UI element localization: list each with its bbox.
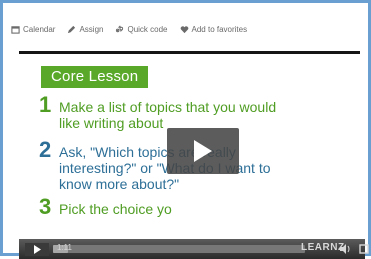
play-button[interactable] [25, 243, 49, 256]
step-1-text: Make a list of topics that you would lik… [59, 99, 277, 131]
pencil-icon [68, 25, 76, 33]
quick-code-tool[interactable]: Quick code [115, 24, 168, 34]
play-overlay-button[interactable] [167, 128, 239, 174]
assign-tool[interactable]: Assign [67, 25, 103, 34]
core-lesson-badge: Core Lesson [41, 66, 149, 88]
play-icon [194, 140, 212, 162]
heart-icon [180, 25, 188, 33]
progress-bar[interactable] [53, 245, 305, 253]
quick-code-label: Quick code [127, 24, 168, 34]
favorites-tool[interactable]: Add to favorites [180, 24, 248, 34]
step-2-number: 2 [39, 137, 52, 162]
calendar-icon [11, 25, 20, 34]
step-3-number: 3 [39, 194, 52, 219]
calendar-label: Calendar [23, 24, 56, 34]
lesson-toolbar: Calendar Assign Quick code Add to favori… [11, 21, 247, 37]
video-card: Calendar Assign Quick code Add to favori… [0, 0, 371, 259]
step-1-number: 1 [39, 92, 52, 117]
elapsed-time: 1:11 [57, 243, 72, 252]
assign-label: Assign [79, 24, 104, 34]
fullscreen-icon[interactable] [359, 243, 369, 255]
step-3-text: Pick the choice yo [59, 201, 172, 217]
volume-icon[interactable] [339, 243, 351, 255]
link-icon [116, 24, 124, 32]
video-control-bar: 1:11 LEARNZ [19, 239, 369, 259]
calendar-tool[interactable]: Calendar [11, 25, 55, 34]
favorites-label: Add to favorites [191, 24, 248, 34]
